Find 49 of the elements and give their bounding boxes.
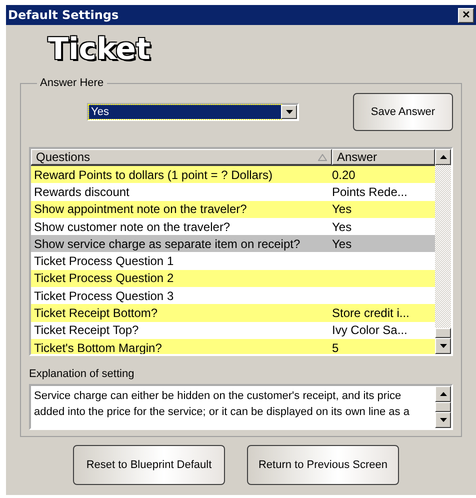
page-heading: Ticket [48,33,150,67]
question-cell-text: Ticket Process Question 3 [33,288,175,303]
question-cell-text: Reward Points to dollars (1 point = ? Dollars) [33,168,274,182]
table-row[interactable]: Show service charge as separate item on receipt? Yes [31,235,435,252]
answer-cell-text: Yes [331,202,353,216]
sort-icon [318,154,327,160]
scroll-thumb[interactable] [435,402,451,412]
table-row[interactable]: Show appointment note on the traveler? Yes [31,200,435,218]
up-arrow-icon[interactable] [440,155,446,159]
table-row[interactable]: Ticket Receipt Top? Ivy Color Sa... [31,322,435,339]
answer-cell-text: Store credit i... [331,306,410,320]
table-row[interactable]: Ticket Process Question 2 [31,270,435,288]
answer-cell-text: Yes [331,220,353,234]
question-cell-text: Ticket Receipt Top? [33,323,140,338]
window-title: Default Settings [8,8,119,22]
down-arrow-icon[interactable] [440,344,446,348]
question-cell-text: Ticket Receipt Bottom? [33,306,159,320]
column-header[interactable]: Answer [332,149,435,165]
question-cell-text: Ticket Process Question 1 [33,254,175,268]
answer-cell-text: Yes [331,236,353,251]
table-row[interactable]: Ticket's Bottom Margin? 5 [31,338,435,354]
group-label: Answer Here [39,77,105,89]
explanation-label: Explanation of setting [29,368,136,380]
question-cell-text: Ticket's Bottom Margin? [33,340,163,354]
question-cell-text: Show appointment note on the traveler? [33,202,248,216]
scroll-thumb[interactable] [435,328,451,338]
down-arrow-icon[interactable] [286,110,292,114]
scrollbar[interactable] [435,386,451,428]
question-cell-text: Rewards discount [33,184,130,199]
question-cell-text: Ticket Process Question 2 [33,271,175,286]
explanation-text: Service charge can either be hidden on the customer's receipt, and its price added into the price for the service; or it can be displayed on its own line as a [33,389,410,420]
question-cell-text: Show service charge as separate item on receipt? [33,236,302,251]
answer-cell-text: 5 [331,340,340,354]
answer-cell-text: Ivy Color Sa... [331,323,408,338]
action-button[interactable]: Reset to Blueprint Default [73,445,225,485]
action-button[interactable]: Return to Previous Screen [247,445,399,485]
up-arrow-icon[interactable] [440,392,446,396]
question-cell-text: Show customer note on the traveler? [33,220,232,234]
table-row[interactable]: Reward Points to dollars (1 point = ? Dollars) 0.20 [31,166,435,184]
scrollbar[interactable] [435,149,451,354]
answer-cell-text: 0.20 [331,168,356,182]
answer-cell-text: Points Rede... [331,184,408,199]
close-button[interactable]: ✕ [458,8,474,22]
down-arrow-icon[interactable] [440,418,446,422]
explanation-box[interactable]: Service charge can either be hidden on the customer's receipt, and its price added into the price for the service; or it can be displayed on its own line as a [29,384,453,430]
column-header[interactable]: Questions [31,149,332,165]
table-row[interactable]: Ticket Receipt Bottom? Store credit i... [31,304,435,322]
save-answer-button[interactable]: Save Answer [353,93,453,131]
answer-dropdown[interactable]: Yes [87,103,299,121]
